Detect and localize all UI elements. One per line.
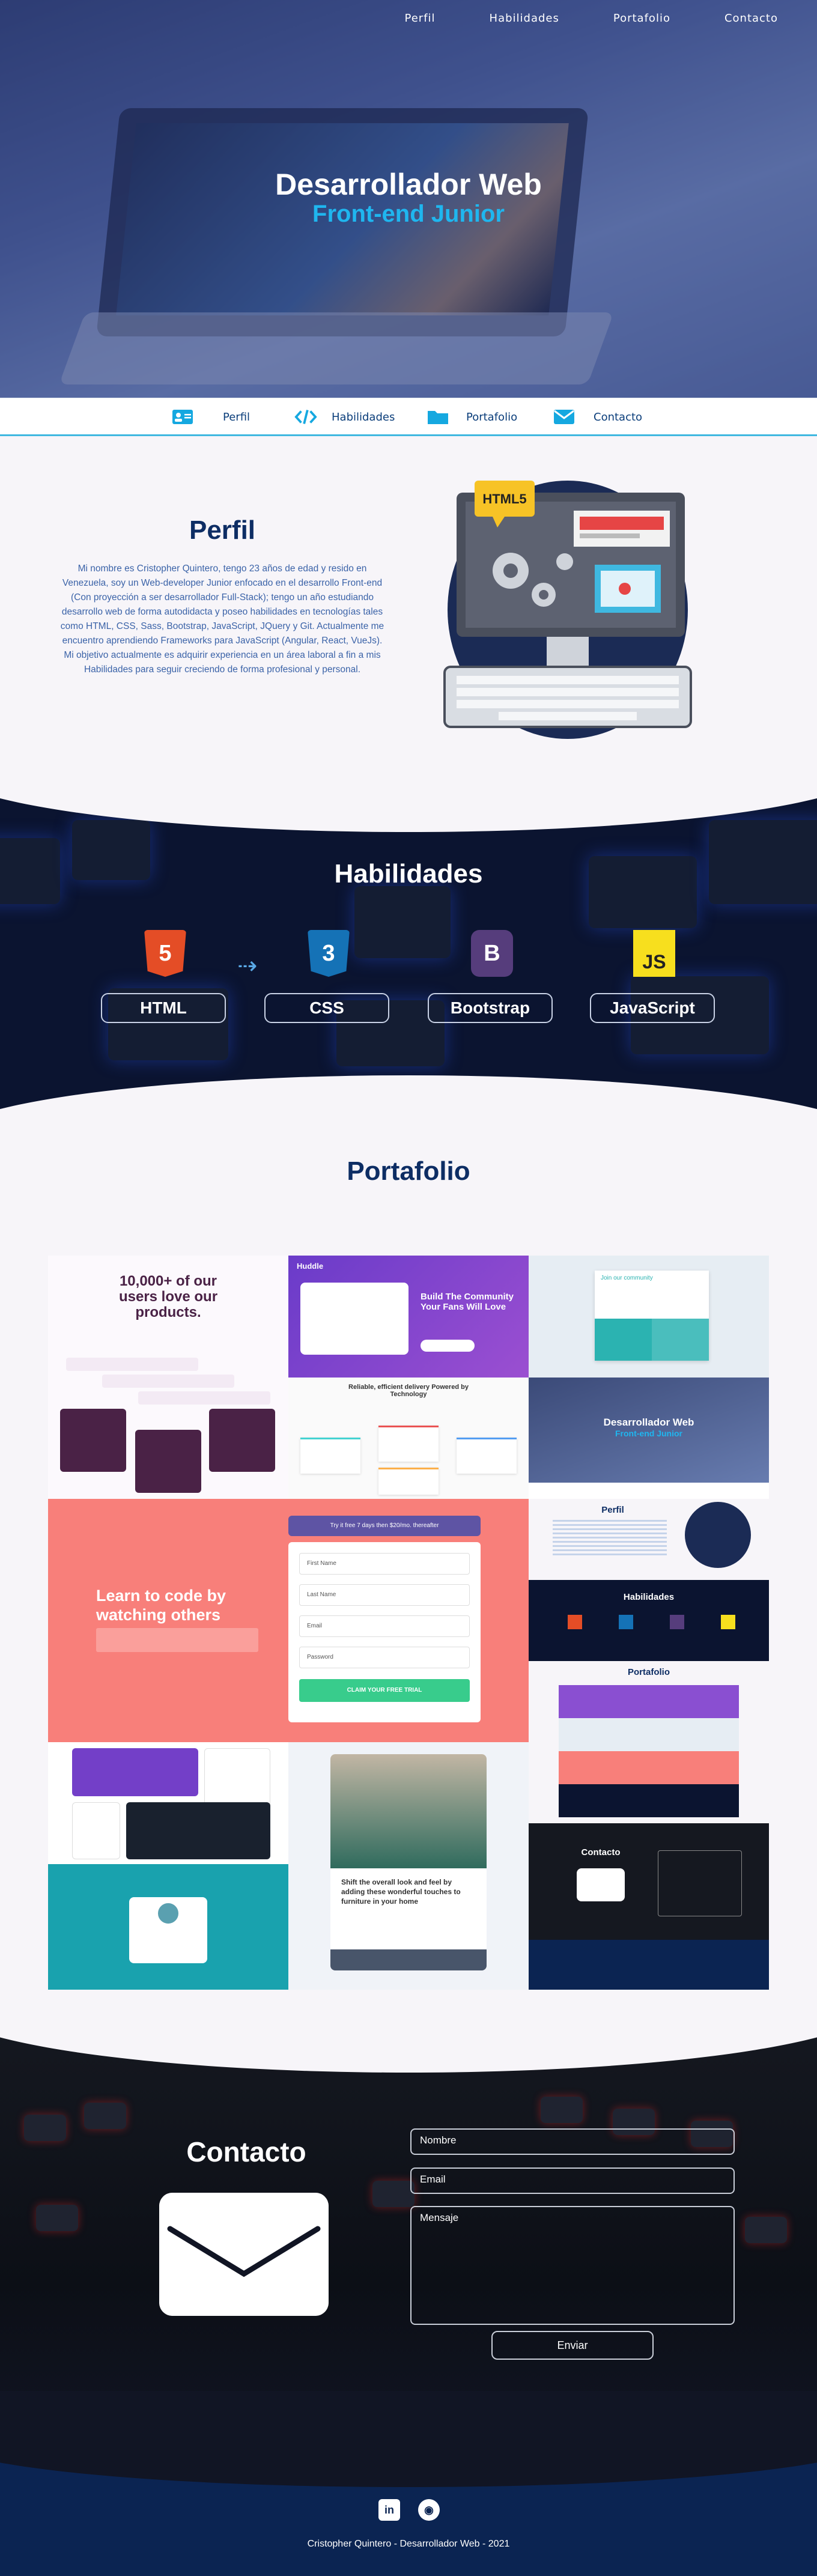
portfolio-item-heading: Desarrollador Web <box>603 1417 694 1428</box>
nav-link-contacto[interactable]: Contacto <box>724 12 778 25</box>
portfolio-item-webdev-site[interactable]: Desarrollador Web Front-end Junior <box>529 1378 769 1499</box>
developer-illustration: HTML5 <box>443 481 692 739</box>
portfolio-item-heading: Contacto <box>581 1847 621 1858</box>
portfolio-item-heading: Portafolio <box>628 1667 670 1677</box>
mensaje-textarea[interactable]: Mensaje <box>410 2206 735 2325</box>
envelope-icon <box>159 2193 329 2316</box>
subnav-item-habilidades[interactable]: Habilidades <box>294 408 398 426</box>
portfolio-item-profile-card[interactable] <box>48 1864 288 1990</box>
skill-css: 3 CSS <box>264 930 390 1026</box>
portfolio-item-testimonial-grid[interactable] <box>48 1742 288 1864</box>
first-name-field: First Name <box>299 1553 470 1575</box>
portfolio-item-heading: Habilidades <box>623 1592 675 1602</box>
portfolio-item-huddle[interactable]: Huddle Build The Community Your Fans Wil… <box>288 1256 529 1378</box>
hero: Perfil Habilidades Portafolio Contacto D… <box>0 0 817 398</box>
html5-icon: 5 <box>144 930 186 977</box>
skill-label: CSS <box>264 993 389 1023</box>
nav-link-portafolio[interactable]: Portafolio <box>613 12 670 25</box>
top-nav: Perfil Habilidades Portafolio Contacto <box>405 12 817 25</box>
hero-subtitle: Front-end Junior <box>312 201 505 227</box>
email-field: Email <box>299 1615 470 1637</box>
claim-trial-button: CLAIM YOUR FREE TRIAL <box>299 1679 470 1702</box>
portfolio-item-portafolio-preview[interactable]: Portafolio <box>529 1661 769 1823</box>
hero-title: Desarrollador Web <box>275 168 542 201</box>
subnav-item-contacto[interactable]: Contacto <box>553 408 642 426</box>
envelope-icon <box>553 408 576 426</box>
javascript-icon: JS <box>633 930 675 977</box>
portfolio-grid: 10,000+ of our users love our products. … <box>48 1256 769 1990</box>
portfolio-item-learn-code[interactable]: Learn to code by watching others Try it … <box>48 1499 529 1742</box>
portfolio-item-article-preview[interactable]: Shift the overall look and feel by addin… <box>288 1742 529 1990</box>
perfil-description: Mi nombre es Cristopher Quintero, tengo … <box>60 564 384 675</box>
bootstrap-icon: B <box>471 930 513 977</box>
linkedin-icon[interactable]: in <box>378 2499 400 2521</box>
contacto-title: Contacto <box>186 2136 306 2167</box>
portfolio-item-heading: Reliable, efficient delivery Powered by … <box>348 1384 469 1398</box>
portfolio-item-subheading: Front-end Junior <box>615 1429 682 1438</box>
subnav-label: Habilidades <box>332 410 395 424</box>
email-input[interactable]: Email <box>410 2167 735 2194</box>
enviar-button[interactable]: Enviar <box>491 2331 654 2360</box>
section-nav: Perfil Habilidades Portafolio Contacto <box>0 398 817 436</box>
portfolio-item-delivery[interactable]: Reliable, efficient delivery Powered by … <box>288 1378 529 1499</box>
portfolio-item-heading: Build The Community Your Fans Will Love <box>421 1292 514 1312</box>
portfolio-item-testimonials[interactable]: 10,000+ of our users love our products. <box>48 1256 288 1499</box>
subnav-item-portafolio[interactable]: Portafolio <box>427 408 517 426</box>
skill-label: JavaScript <box>590 993 715 1023</box>
subnav-label: Contacto <box>594 410 643 424</box>
portfolio-item-join-community[interactable]: Join our community <box>529 1256 769 1378</box>
portafolio-title: Portafolio <box>347 1156 470 1186</box>
portfolio-item-contacto-preview[interactable]: Contacto <box>529 1823 769 1990</box>
skill-label: HTML <box>101 993 226 1023</box>
skill-bootstrap: B Bootstrap <box>428 930 554 1026</box>
portfolio-item-heading: Join our community <box>601 1275 653 1281</box>
perfil-title: Perfil <box>189 515 256 545</box>
habilidades-section: Habilidades 5 HTML ⇢ 3 CSS B Bootstrap J… <box>0 784 817 1120</box>
html5-label: HTML5 <box>482 491 526 506</box>
subnav-label: Perfil <box>223 410 251 424</box>
nombre-input[interactable]: Nombre <box>410 2128 735 2155</box>
password-field: Password <box>299 1647 470 1668</box>
portfolio-item-heading: Learn to code by watching others <box>96 1587 226 1624</box>
portfolio-item-heading: Perfil <box>601 1505 624 1515</box>
last-name-field: Last Name <box>299 1584 470 1606</box>
huddle-logo: Huddle <box>297 1262 324 1271</box>
skill-html: 5 HTML <box>101 930 227 1026</box>
subnav-label: Portafolio <box>466 410 518 424</box>
folder-icon <box>427 408 449 426</box>
code-icon <box>294 408 317 426</box>
github-icon[interactable]: ◉ <box>418 2499 440 2521</box>
skill-javascript: JS JavaScript <box>590 930 716 1026</box>
habilidades-title: Habilidades <box>334 859 483 889</box>
portfolio-item-heading: Shift the overall look and feel by addin… <box>341 1878 461 1906</box>
subnav-item-perfil[interactable]: Perfil <box>171 408 250 426</box>
copyright-text: Cristopher Quintero - Desarrollador Web … <box>307 2539 510 2549</box>
trial-banner: Try it free 7 days then $20/mo. thereaft… <box>288 1516 481 1536</box>
css3-icon: 3 <box>308 930 350 977</box>
nav-link-perfil[interactable]: Perfil <box>405 12 436 25</box>
id-card-icon <box>171 408 194 426</box>
nav-link-habilidades[interactable]: Habilidades <box>490 12 559 25</box>
skill-label: Bootstrap <box>428 993 553 1023</box>
arrow-icon: ⇢ <box>237 952 258 980</box>
footer: in ◉ Cristopher Quintero - Desarrollador… <box>0 2391 817 2576</box>
portfolio-item-heading: 10,000+ of our users love our products. <box>118 1273 218 1320</box>
portfolio-item-perfil-preview[interactable]: Perfil <box>529 1499 769 1580</box>
portfolio-item-habilidades-preview[interactable]: Habilidades <box>529 1580 769 1661</box>
